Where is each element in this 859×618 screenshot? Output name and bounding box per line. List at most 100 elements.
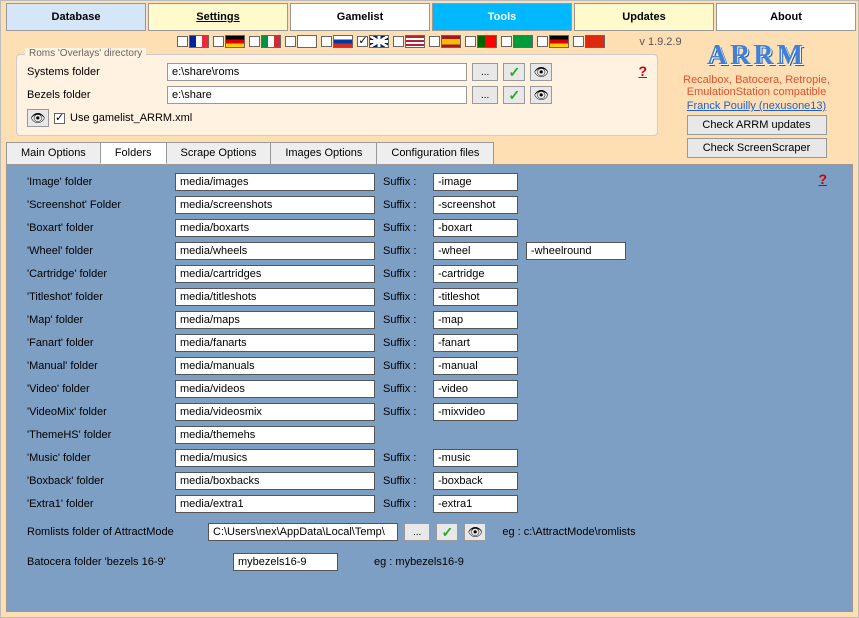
folder-path-input[interactable] [175, 196, 375, 214]
attractmode-confirm-button[interactable]: ✓ [436, 523, 458, 541]
tab-gamelist[interactable]: Gamelist [290, 3, 430, 31]
suffix-label: Suffix : [383, 406, 425, 418]
folders-help-icon[interactable]: ? [818, 171, 827, 187]
subtab-scrape-options[interactable]: Scrape Options [166, 142, 272, 164]
tab-about[interactable]: About [716, 3, 856, 31]
suffix-label: Suffix : [383, 475, 425, 487]
folder-suffix-input[interactable] [433, 173, 518, 191]
folder-suffix-input[interactable] [433, 472, 518, 490]
folder-suffix-input[interactable] [433, 403, 518, 421]
folder-extra-input[interactable] [526, 242, 626, 260]
folder-row: 'VideoMix' folderSuffix : [27, 403, 842, 421]
folder-path-input[interactable] [175, 495, 375, 513]
flag-checkbox-uk[interactable] [357, 36, 368, 47]
use-gamelist-checkbox[interactable] [54, 113, 65, 124]
flag-checkbox-br[interactable] [501, 36, 512, 47]
tab-database[interactable]: Database [6, 3, 146, 31]
folder-path-input[interactable] [175, 173, 375, 191]
flag-us-icon [405, 35, 425, 48]
flag-checkbox-de[interactable] [213, 36, 224, 47]
folder-path-input[interactable] [175, 219, 375, 237]
systems-view-button[interactable] [530, 63, 552, 81]
subtab-images-options[interactable]: Images Options [270, 142, 377, 164]
batocera-example: eg : mybezels16-9 [374, 556, 464, 568]
folder-label: 'Wheel' folder [27, 245, 167, 257]
arrm-subtitle: Recalbox, Batocera, Retropie, EmulationS… [679, 74, 834, 98]
flag-checkbox-jp[interactable] [285, 36, 296, 47]
flag-checkbox-de2[interactable] [537, 36, 548, 47]
suffix-label: Suffix : [383, 383, 425, 395]
subtab-configuration-files[interactable]: Configuration files [376, 142, 494, 164]
bezels-folder-label: Bezels folder [27, 89, 162, 101]
eye-icon [534, 88, 549, 102]
flag-checkbox-es[interactable] [429, 36, 440, 47]
folders-panel: ? 'Image' folderSuffix :'Screenshot' Fol… [6, 164, 853, 612]
folder-suffix-input[interactable] [433, 334, 518, 352]
systems-confirm-button[interactable]: ✓ [503, 63, 525, 81]
flag-checkbox-ru[interactable] [321, 36, 332, 47]
flag-jp-icon [297, 35, 317, 48]
folder-suffix-input[interactable] [433, 265, 518, 283]
subtab-folders[interactable]: Folders [100, 142, 167, 164]
subtab-main-options[interactable]: Main Options [6, 142, 101, 164]
folder-row: 'Video' folderSuffix : [27, 380, 842, 398]
flag-br-icon [513, 35, 533, 48]
batocera-input[interactable] [233, 553, 338, 571]
tab-tools[interactable]: Tools [432, 3, 572, 31]
tab-updates[interactable]: Updates [574, 3, 714, 31]
folder-suffix-input[interactable] [433, 242, 518, 260]
folder-label: 'Fanart' folder [27, 337, 167, 349]
folder-row: 'Manual' folderSuffix : [27, 357, 842, 375]
view-xml-button[interactable] [27, 109, 49, 127]
check-icon: ✓ [441, 524, 453, 541]
flag-checkbox-us[interactable] [393, 36, 404, 47]
folder-path-input[interactable] [175, 426, 375, 444]
flag-checkbox-cn[interactable] [573, 36, 584, 47]
folder-label: 'Cartridge' folder [27, 268, 167, 280]
folder-label: 'Music' folder [27, 452, 167, 464]
folder-path-input[interactable] [175, 449, 375, 467]
systems-folder-input[interactable] [167, 63, 467, 81]
folder-label: 'Boxart' folder [27, 222, 167, 234]
bezels-view-button[interactable] [530, 86, 552, 104]
attractmode-input[interactable] [208, 523, 398, 541]
folder-path-input[interactable] [175, 242, 375, 260]
folder-path-input[interactable] [175, 380, 375, 398]
folder-row: 'Cartridge' folderSuffix : [27, 265, 842, 283]
attractmode-browse-button[interactable]: ... [404, 523, 430, 541]
folder-path-input[interactable] [175, 265, 375, 283]
flag-checkbox-it[interactable] [249, 36, 260, 47]
folder-path-input[interactable] [175, 288, 375, 306]
attractmode-example: eg : c:\AttractMode\romlists [502, 526, 635, 538]
folder-suffix-input[interactable] [433, 288, 518, 306]
folder-path-input[interactable] [175, 334, 375, 352]
arrm-author-link[interactable]: Franck Pouilly (nexusone13) [679, 100, 834, 112]
bezels-browse-button[interactable]: ... [472, 86, 498, 104]
folder-label: 'Screenshot' Folder [27, 199, 167, 211]
folder-row: 'Fanart' folderSuffix : [27, 334, 842, 352]
folder-path-input[interactable] [175, 472, 375, 490]
check-arrm-updates-button[interactable]: Check ARRM updates [687, 115, 827, 135]
systems-browse-button[interactable]: ... [472, 63, 498, 81]
folders-scroll[interactable]: 'Image' folderSuffix :'Screenshot' Folde… [7, 165, 852, 611]
bezels-confirm-button[interactable]: ✓ [503, 86, 525, 104]
folder-suffix-input[interactable] [433, 380, 518, 398]
folder-suffix-input[interactable] [433, 219, 518, 237]
bezels-folder-input[interactable] [167, 86, 467, 104]
folder-path-input[interactable] [175, 403, 375, 421]
folder-suffix-input[interactable] [433, 311, 518, 329]
folder-path-input[interactable] [175, 311, 375, 329]
attractmode-view-button[interactable] [464, 523, 486, 541]
flag-checkbox-fr[interactable] [177, 36, 188, 47]
folder-suffix-input[interactable] [433, 495, 518, 513]
folder-suffix-input[interactable] [433, 357, 518, 375]
folder-path-input[interactable] [175, 357, 375, 375]
folder-suffix-input[interactable] [433, 196, 518, 214]
check-screenscraper-button[interactable]: Check ScreenScraper [687, 138, 827, 158]
folder-row: 'Map' folderSuffix : [27, 311, 842, 329]
folder-suffix-input[interactable] [433, 449, 518, 467]
flag-checkbox-pt[interactable] [465, 36, 476, 47]
arrm-title: ARRM [679, 40, 834, 72]
help-icon[interactable]: ? [638, 63, 647, 79]
tab-settings[interactable]: Settings [148, 3, 288, 31]
